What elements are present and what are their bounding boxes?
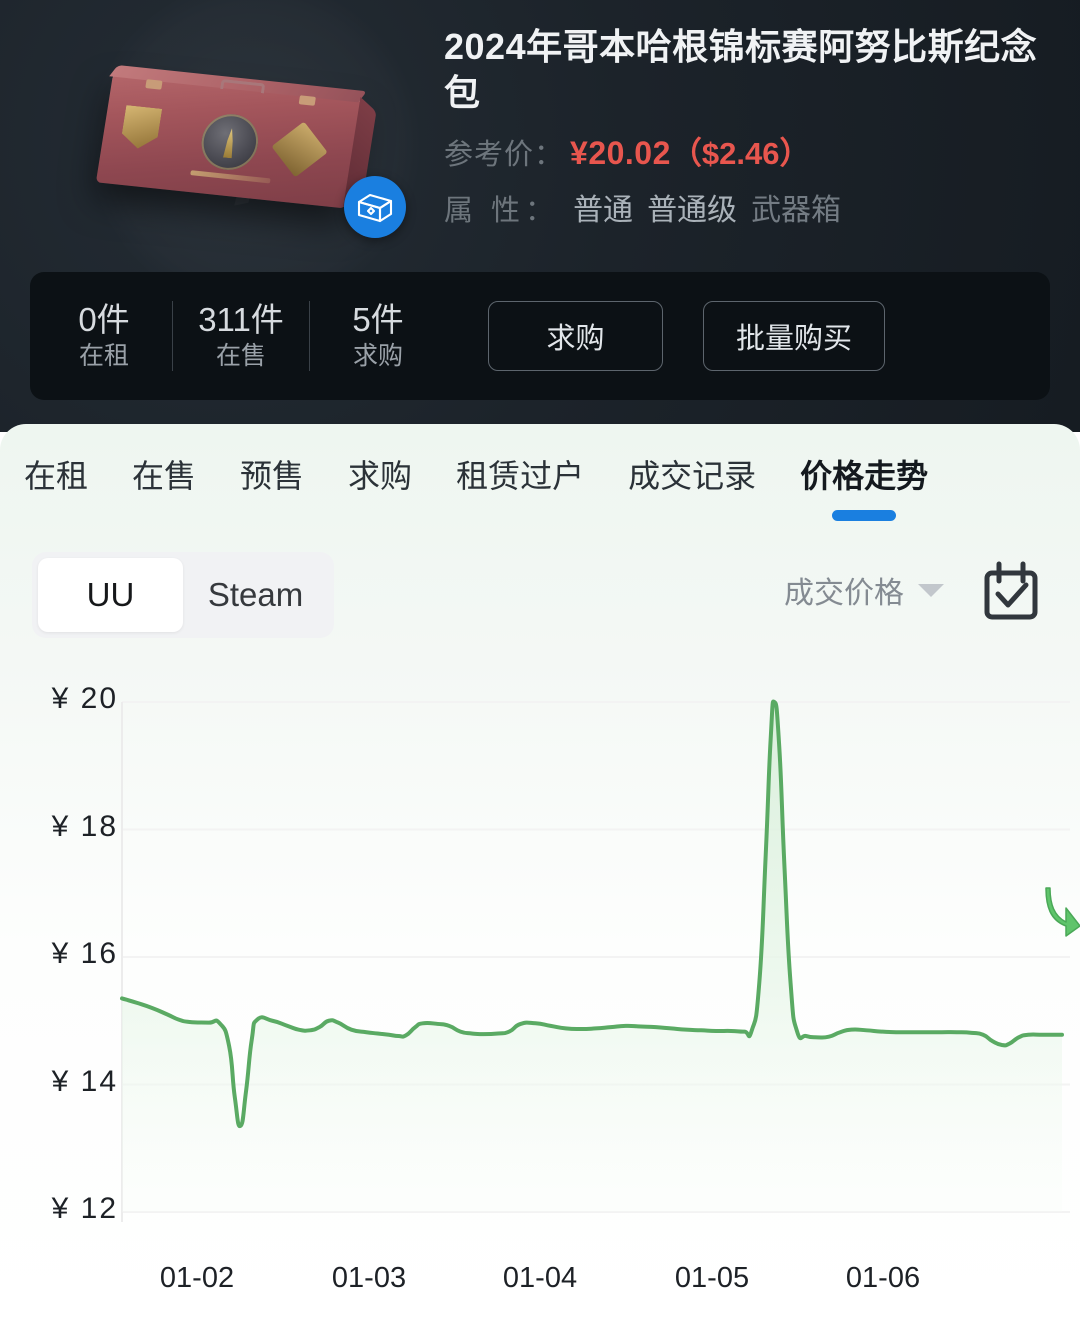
shield-emblem-icon bbox=[120, 105, 162, 150]
chart-x-tick-label: 01-04 bbox=[502, 1262, 578, 1294]
chart-controls: UU Steam 成交价格 bbox=[0, 552, 1080, 648]
diamond-emblem-icon bbox=[271, 121, 328, 178]
tab-price-trend-label: 价格走势 bbox=[800, 458, 929, 494]
attributes-label: 属 性： bbox=[444, 195, 560, 228]
stat-on-sale[interactable]: 311件 在售 bbox=[173, 300, 309, 373]
case-handle bbox=[220, 78, 266, 94]
metric-dropdown[interactable]: 成交价格 bbox=[784, 568, 944, 612]
stats-bar: 0件 在租 311件 在售 5件 求购 求购 批量购买 bbox=[30, 272, 1050, 400]
stat-count: 0件 bbox=[78, 300, 130, 338]
product-header: 2024年哥本哈根锦标赛阿努比斯纪念包 参考价： ¥20.02 （$2.46） … bbox=[0, 0, 1080, 432]
tab-bar: 在租 在售 预售 求购 租赁过户 成交记录 价格走势 bbox=[0, 424, 1080, 524]
stat-wanted[interactable]: 5件 求购 bbox=[310, 300, 446, 373]
tab-rent-transfer[interactable]: 租赁过户 bbox=[456, 451, 584, 497]
content-panel: 在租 在售 预售 求购 租赁过户 成交记录 价格走势 UU Steam 成交价格 bbox=[0, 424, 1080, 1326]
case-clasp bbox=[145, 79, 163, 90]
request-purchase-button[interactable]: 求购 bbox=[488, 301, 663, 371]
chart-y-tick-label: ¥ 20 bbox=[51, 682, 118, 715]
chart-y-tick-label: ¥ 16 bbox=[51, 937, 118, 970]
chart-x-tick-label: 01-03 bbox=[331, 1262, 407, 1294]
weapon-case-graphic bbox=[95, 73, 363, 209]
active-tab-indicator bbox=[832, 510, 897, 521]
tab-trade-records[interactable]: 成交记录 bbox=[628, 451, 756, 497]
chart-canvas bbox=[120, 699, 1070, 1222]
case-engraving bbox=[190, 170, 271, 184]
metric-dropdown-label: 成交价格 bbox=[784, 577, 904, 610]
stat-label: 求购 bbox=[352, 341, 403, 370]
bulk-purchase-button[interactable]: 批量购买 bbox=[703, 301, 885, 371]
price-trend-page: 2024年哥本哈根锦标赛阿努比斯纪念包 参考价： ¥20.02 （$2.46） … bbox=[0, 0, 1080, 1326]
price-trend-chart[interactable]: ¥ 20 ¥ 18 ¥ 16 ¥ 14 ¥ 12 01-02 01-03 01-04 01-0… bbox=[0, 682, 1080, 1294]
tab-price-trend[interactable]: 价格走势 bbox=[800, 451, 929, 521]
globe-emblem-icon bbox=[197, 111, 263, 173]
chevron-down-icon bbox=[918, 583, 944, 597]
source-toggle-uu[interactable]: UU bbox=[38, 558, 183, 632]
page-title: 2024年哥本哈根锦标赛阿努比斯纪念包 bbox=[444, 26, 1038, 114]
source-toggle-steam[interactable]: Steam bbox=[183, 558, 328, 632]
price-cny: ¥20.02 bbox=[570, 135, 671, 172]
stat-count: 311件 bbox=[198, 300, 284, 338]
box-icon[interactable] bbox=[344, 176, 406, 238]
tab-renting[interactable]: 在租 bbox=[24, 451, 88, 497]
attribute-rarity: 普通 bbox=[573, 194, 634, 228]
case-clasp bbox=[298, 95, 316, 106]
stat-label: 在售 bbox=[215, 341, 266, 370]
tab-presale[interactable]: 预售 bbox=[240, 451, 304, 497]
tab-wanted[interactable]: 求购 bbox=[348, 451, 412, 497]
chart-x-tick-label: 01-02 bbox=[159, 1262, 235, 1294]
attribute-type: 武器箱 bbox=[751, 194, 842, 228]
product-image[interactable] bbox=[62, 52, 432, 267]
chart-x-tick-label: 01-05 bbox=[674, 1262, 750, 1294]
product-info: 2024年哥本哈根锦标赛阿努比斯纪念包 参考价： ¥20.02 （$2.46） … bbox=[444, 24, 1044, 229]
chart-y-tick-label: ¥ 12 bbox=[51, 1192, 118, 1225]
calendar-check-icon[interactable] bbox=[976, 558, 1046, 628]
source-toggle[interactable]: UU Steam bbox=[32, 552, 334, 638]
price-usd: （$2.46） bbox=[670, 136, 811, 172]
stat-label: 在租 bbox=[78, 341, 129, 370]
chart-y-tick-label: ¥ 14 bbox=[51, 1064, 118, 1098]
stat-renting[interactable]: 0件 在租 bbox=[36, 300, 172, 373]
chart-x-tick-label: 01-06 bbox=[845, 1262, 921, 1294]
attributes-row: 属 性： 普通 普通级 武器箱 bbox=[444, 185, 1044, 229]
tab-on-sale[interactable]: 在售 bbox=[132, 451, 196, 497]
reference-price-label: 参考价： bbox=[444, 139, 565, 172]
stat-count: 5件 bbox=[352, 300, 404, 338]
reference-price-row: 参考价： ¥20.02 （$2.46） bbox=[444, 128, 1044, 173]
attribute-grade: 普通级 bbox=[647, 194, 738, 228]
chart-y-tick-label: ¥ 18 bbox=[51, 809, 118, 843]
